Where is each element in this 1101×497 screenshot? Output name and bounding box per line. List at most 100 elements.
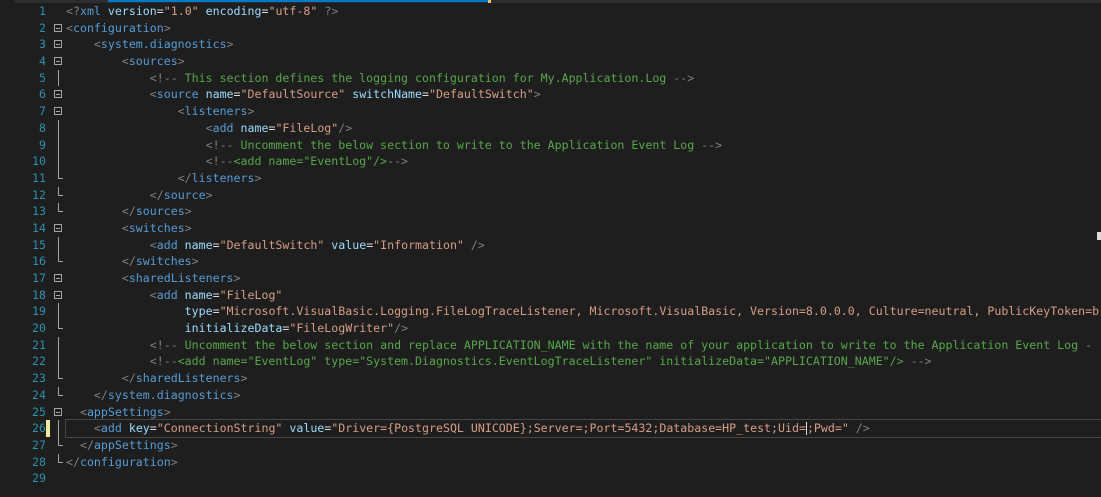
code-token: > — [233, 387, 241, 402]
collapse-icon[interactable] — [54, 57, 62, 66]
code-line[interactable]: 11 </listeners> — [0, 169, 1101, 187]
code-line[interactable]: 2 <configuration> — [0, 20, 1101, 37]
code-line[interactable]: 13 </sources> — [0, 203, 1101, 220]
code-token: < — [93, 421, 101, 436]
code-text[interactable]: <system.diagnostics> — [66, 36, 1101, 53]
code-text[interactable]: <!-- This section defines the logging co… — [66, 70, 1101, 87]
fold-guide — [58, 303, 59, 321]
code-line[interactable]: 21 <!-- Uncomment the below section and … — [0, 336, 1101, 354]
code-token: = — [212, 304, 220, 319]
code-text[interactable]: <add name="FileLog"/> — [66, 120, 1101, 137]
code-line[interactable]: 25 <appSettings> — [0, 404, 1101, 421]
line-number: 25 — [32, 404, 46, 419]
code-line[interactable]: 12 </source> — [0, 186, 1101, 204]
code-text[interactable]: <appSettings> — [66, 404, 1101, 421]
code-line[interactable]: 27 </appSettings> — [0, 436, 1101, 454]
code-text[interactable]: <switches> — [66, 220, 1101, 237]
code-text[interactable]: <sources> — [66, 53, 1101, 70]
code-line[interactable]: 23 </sharedListeners> — [0, 370, 1101, 387]
code-text[interactable]: <?xml version="1.0" encoding="utf-8" ?> — [66, 3, 1101, 20]
code-line[interactable]: 8 <add name="FileLog"/> — [0, 119, 1101, 137]
code-line[interactable]: 3 <system.diagnostics> — [0, 36, 1101, 53]
code-line[interactable]: 14 <switches> — [0, 220, 1101, 237]
line-number: 21 — [32, 337, 46, 352]
code-text[interactable]: </source> — [66, 187, 1101, 204]
line-number: 24 — [32, 387, 46, 402]
code-line[interactable]: 15 <add name="DefaultSwitch" value="Info… — [0, 236, 1101, 254]
active-tab-indicator — [108, 0, 488, 2]
code-text[interactable]: </system.diagnostics> — [66, 387, 1101, 404]
code-text[interactable]: </configuration> — [66, 454, 1101, 471]
code-text[interactable]: </sources> — [66, 203, 1101, 220]
code-line[interactable]: 24 </system.diagnostics> — [0, 386, 1101, 404]
code-text[interactable]: </listeners> — [66, 170, 1101, 187]
code-text[interactable] — [66, 470, 1101, 487]
code-line[interactable]: 29 — [0, 470, 1101, 487]
code-text[interactable]: <add key="ConnectionString" value="Drive… — [65, 419, 1101, 438]
code-line[interactable]: 16 </switches> — [0, 253, 1101, 270]
code-token: > — [184, 204, 192, 219]
code-line[interactable]: 18 <add name="FileLog" — [0, 287, 1101, 304]
collapse-icon[interactable] — [54, 40, 62, 49]
collapse-icon[interactable] — [54, 90, 62, 99]
line-number: 5 — [39, 70, 46, 85]
collapse-icon[interactable] — [54, 23, 62, 32]
code-text[interactable]: type="Microsoft.VisualBasic.Logging.File… — [66, 303, 1101, 320]
code-line[interactable]: 1 <?xml version="1.0" encoding="utf-8" ?> — [0, 3, 1101, 20]
line-number: 22 — [32, 354, 46, 369]
scrollbar-marker — [1097, 232, 1101, 240]
code-text[interactable]: <!-- Uncomment the below section and rep… — [66, 337, 1101, 354]
code-token: configuration — [79, 454, 171, 469]
code-line[interactable]: 17 <sharedListeners> — [0, 270, 1101, 287]
code-text[interactable]: <sharedListeners> — [66, 270, 1101, 287]
code-text[interactable]: <add name="FileLog" — [66, 287, 1101, 304]
code-token: "FileLogWriter" — [289, 321, 395, 336]
code-token: system.diagnostics — [107, 387, 234, 402]
code-text[interactable]: <!-- Uncomment the below section to writ… — [66, 137, 1101, 154]
fold-guide — [58, 136, 59, 154]
code-token: <!-- — [149, 70, 178, 85]
code-text[interactable]: initializeData="FileLogWriter"/> — [66, 320, 1101, 337]
code-line[interactable]: 28 </configuration> — [0, 453, 1101, 471]
code-line[interactable]: 26 <add key="ConnectionString" value="Dr… — [0, 419, 1101, 438]
collapse-icon[interactable] — [54, 223, 62, 232]
code-token: sharedListeners — [128, 271, 234, 285]
line-number: 10 — [32, 154, 46, 169]
code-token: ?> — [317, 4, 339, 18]
code-text[interactable]: <!--<add name="EventLog"/>--> — [66, 153, 1101, 170]
code-line[interactable]: 9 <!-- Uncomment the below section to wr… — [0, 136, 1101, 154]
code-token: switches — [128, 220, 185, 235]
code-text[interactable]: </switches> — [66, 253, 1101, 270]
code-line[interactable]: 22 <!--<add name="EventLog" type="System… — [0, 353, 1101, 371]
code-line[interactable]: 19 type="Microsoft.VisualBasic.Logging.F… — [0, 303, 1101, 321]
collapse-icon[interactable] — [54, 290, 62, 299]
code-text[interactable]: <listeners> — [66, 103, 1101, 120]
collapse-icon[interactable] — [54, 107, 62, 116]
code-line[interactable]: 4 <sources> — [0, 53, 1101, 70]
code-line[interactable]: 5 <!-- This section defines the logging … — [0, 69, 1101, 87]
collapse-icon[interactable] — [54, 407, 62, 416]
collapse-icon[interactable] — [54, 274, 62, 282]
code-token: > — [240, 371, 248, 386]
fold-guide — [58, 336, 59, 354]
code-text[interactable]: <configuration> — [66, 20, 1101, 37]
line-number: 26 — [32, 421, 46, 436]
code-text[interactable]: </appSettings> — [66, 437, 1101, 454]
code-line[interactable]: 10 <!--<add name="EventLog"/>--> — [0, 153, 1101, 170]
code-token: This section defines the logging configu… — [177, 70, 674, 85]
code-line[interactable]: 6 <source name="DefaultSource" switchNam… — [0, 86, 1101, 103]
code-editor[interactable]: 1 <?xml version="1.0" encoding="utf-8" ?>… — [0, 0, 1101, 497]
code-token: > — [233, 271, 241, 285]
code-line[interactable]: 7 <listeners> — [0, 103, 1101, 120]
code-text[interactable]: <!--<add name="EventLog" type="System.Di… — [66, 353, 1101, 370]
code-text[interactable]: <source name="DefaultSource" switchName=… — [66, 86, 1101, 103]
code-text[interactable]: <add name="DefaultSwitch" value="Informa… — [66, 237, 1101, 254]
code-token: configuration — [72, 20, 164, 35]
code-line[interactable]: 20 initializeData="FileLogWriter"/> — [0, 320, 1101, 337]
code-text[interactable]: </sharedListeners> — [66, 370, 1101, 387]
code-token: Uncomment the below section to write to … — [233, 137, 702, 152]
code-lines[interactable]: 1 <?xml version="1.0" encoding="utf-8" ?>… — [0, 3, 1101, 487]
code-token: "utf-8" — [268, 4, 318, 18]
